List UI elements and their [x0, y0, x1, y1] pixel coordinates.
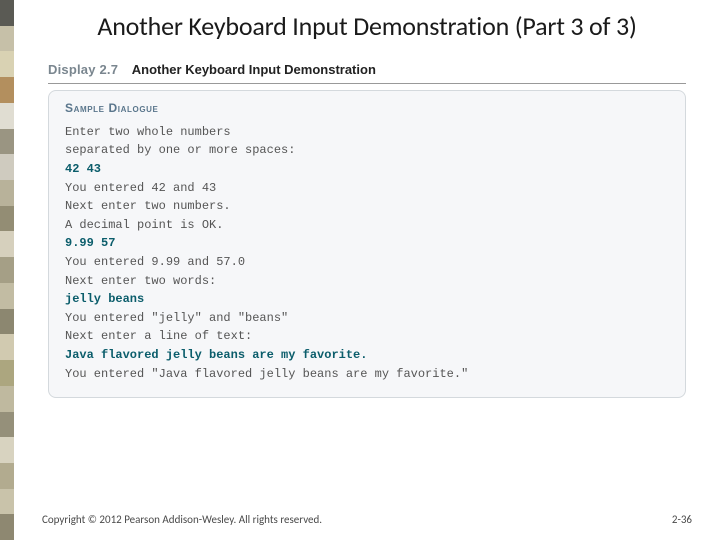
sample-dialogue-box: Sample Dialogue Enter two whole numberss…	[48, 90, 686, 398]
dialogue-line: jelly beans	[65, 290, 669, 309]
decorative-left-stripe	[0, 0, 14, 540]
dialogue-line: You entered "jelly" and "beans"	[65, 309, 669, 328]
copyright-text: Copyright © 2012 Pearson Addison-Wesley.…	[42, 513, 322, 526]
display-block: Display 2.7 Another Keyboard Input Demon…	[48, 60, 686, 398]
dialogue-line: You entered 42 and 43	[65, 179, 669, 198]
page-number: 2-36	[672, 513, 692, 526]
dialogue-line: A decimal point is OK.	[65, 216, 669, 235]
dialogue-line: You entered "Java flavored jelly beans a…	[65, 365, 669, 384]
dialogue-line: 42 43	[65, 160, 669, 179]
dialogue-line: Next enter two words:	[65, 272, 669, 291]
display-header: Display 2.7 Another Keyboard Input Demon…	[48, 60, 686, 84]
dialogue-line: Java flavored jelly beans are my favorit…	[65, 346, 669, 365]
dialogue-line: Next enter two numbers.	[65, 197, 669, 216]
slide-footer: Copyright © 2012 Pearson Addison-Wesley.…	[42, 513, 692, 526]
dialogue-line: Next enter a line of text:	[65, 327, 669, 346]
sample-dialogue-content: Enter two whole numbersseparated by one …	[65, 123, 669, 383]
display-label: Display 2.7	[48, 62, 118, 77]
slide-title: Another Keyboard Input Demonstration (Pa…	[42, 12, 692, 42]
dialogue-line: Enter two whole numbers	[65, 123, 669, 142]
slide-body: Another Keyboard Input Demonstration (Pa…	[14, 0, 720, 540]
display-title: Another Keyboard Input Demonstration	[132, 62, 376, 77]
dialogue-line: separated by one or more spaces:	[65, 141, 669, 160]
sample-dialogue-label: Sample Dialogue	[65, 101, 669, 115]
dialogue-line: 9.99 57	[65, 234, 669, 253]
dialogue-line: You entered 9.99 and 57.0	[65, 253, 669, 272]
